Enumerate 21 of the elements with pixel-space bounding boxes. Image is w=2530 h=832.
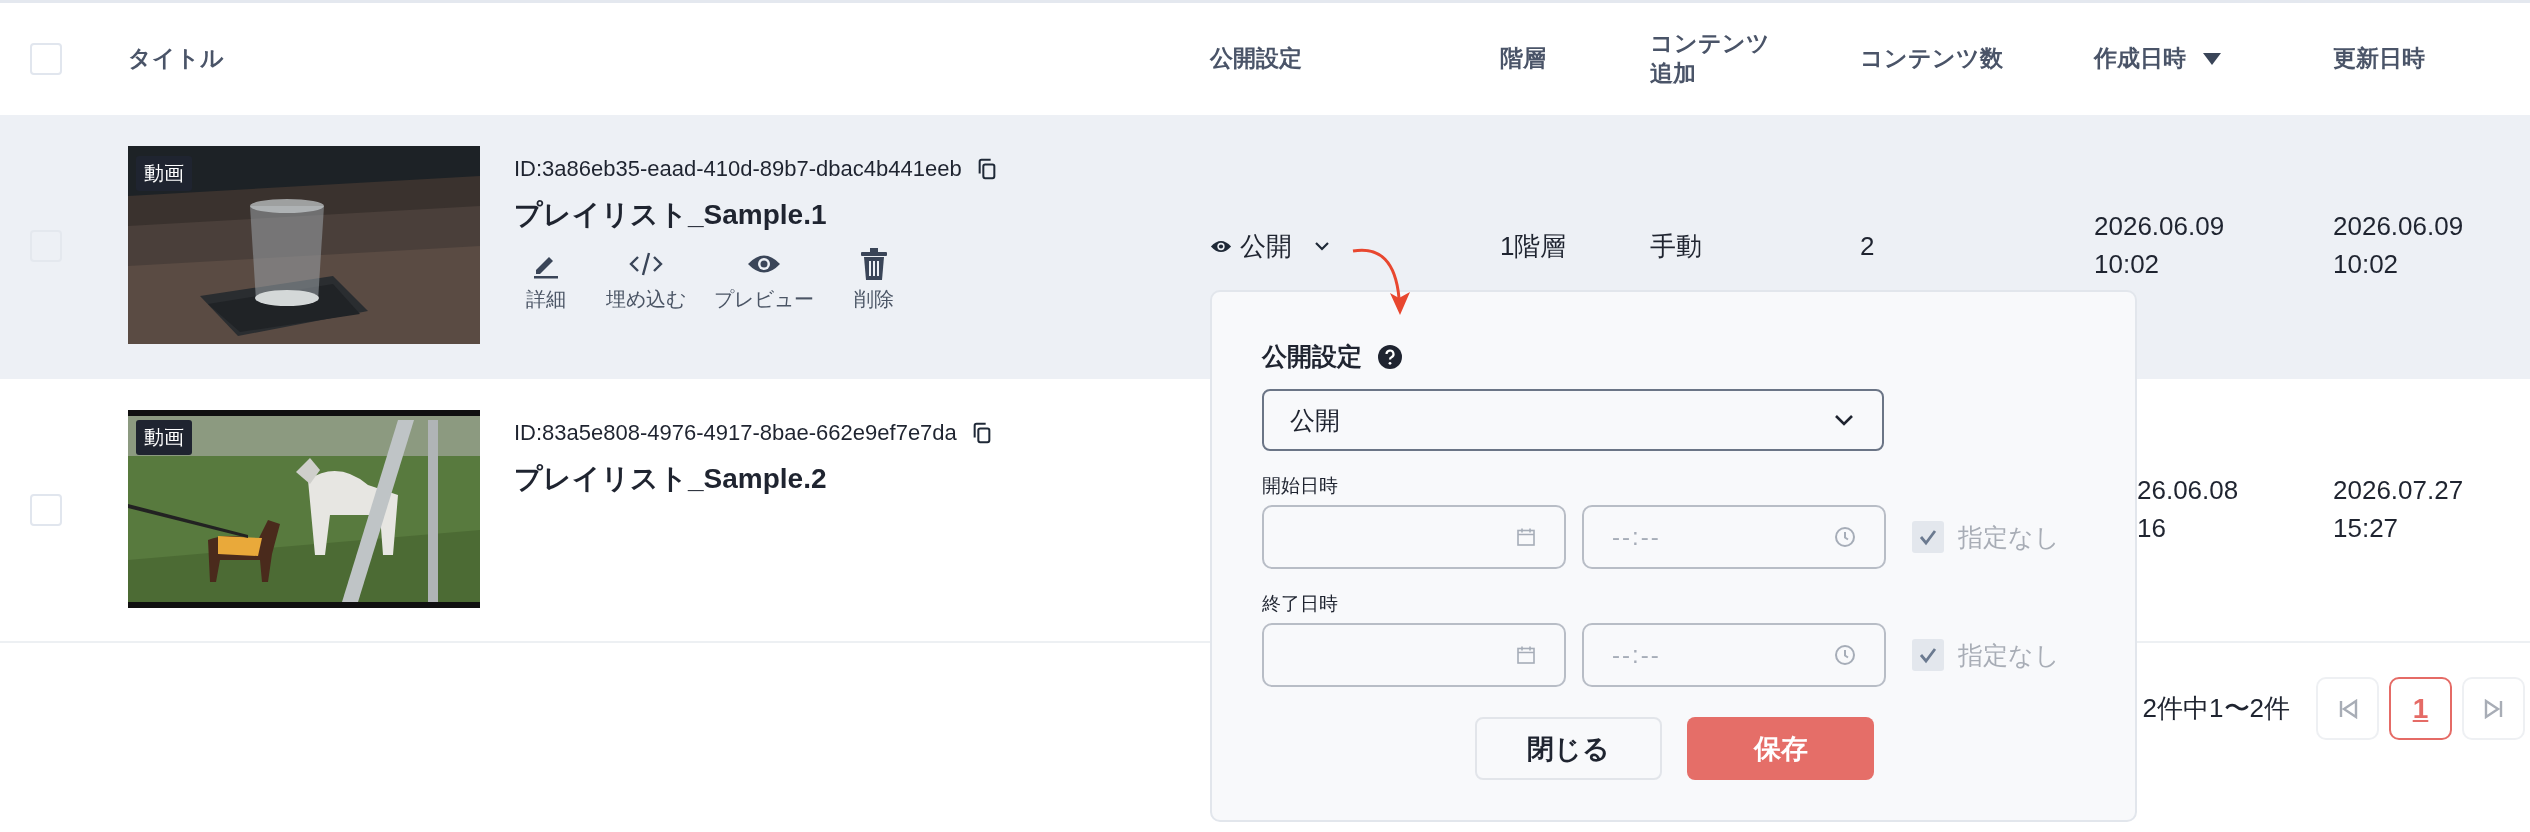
add-mode-text: 手動 [1650,229,1702,263]
column-header: 更新日時 [2333,44,2425,74]
updated-date: 2026.06.09 10:02 [2333,210,2464,281]
updated-date: 2026.07.27 15:27 [2333,474,2464,545]
created-date: 26.06.08 16 [2137,474,2239,545]
field-label: 終了日時 [1262,592,1339,616]
popup-title: 公開設定 [1262,341,1362,372]
content-count: 2 [1860,230,1875,262]
playlist-id: ID:3a86eb35-eaad-410d-89b7-dbac4b441eeb [514,156,962,182]
column-header: コンテンツ数 [1860,44,2003,74]
pagination-summary: 2件中1〜2件 [2142,692,2290,725]
column-header: 公開設定 [1210,44,1302,74]
column-header: コンテンツ追加 [1650,29,1771,88]
level-text: 1階層 [1500,229,1567,263]
created-date: 2026.06.09 10:02 [2094,210,2225,281]
video-badge: 動画 [136,420,192,455]
column-header: 階層 [1500,44,1546,74]
column-header: タイトル [128,44,224,74]
playlist-id: ID:83a5e808-4976-4917-8bae-662e9ef7e7da [514,420,957,446]
video-badge: 動画 [136,156,192,191]
field-label: 開始日時 [1262,474,1339,498]
